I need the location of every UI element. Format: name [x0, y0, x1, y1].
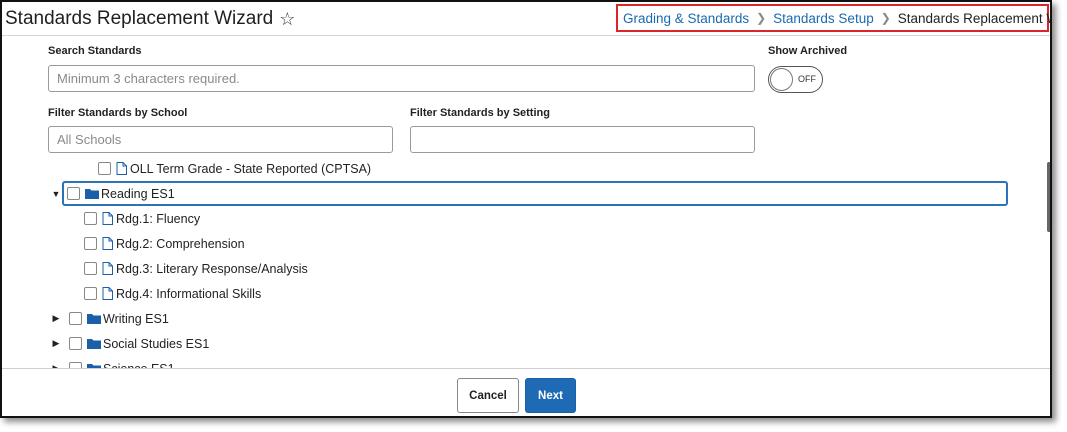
- tree-item-standard[interactable]: Rdg.1: Fluency: [84, 206, 200, 231]
- caret-right-icon[interactable]: ▶: [50, 313, 62, 324]
- tree-item-label: Social Studies ES1: [103, 336, 210, 351]
- next-button[interactable]: Next: [525, 378, 576, 413]
- checkbox[interactable]: [84, 262, 97, 275]
- document-icon: [102, 237, 113, 250]
- breadcrumb-grading-standards[interactable]: Grading & Standards: [623, 11, 749, 26]
- star-outline-icon[interactable]: ☆: [279, 10, 295, 28]
- tree-folder-reading[interactable]: ▼ Reading ES1: [52, 181, 1008, 206]
- breadcrumb-current: Standards Replacement Wizard: [897, 10, 1050, 26]
- checkbox[interactable]: [84, 237, 97, 250]
- folder-icon: [87, 314, 101, 324]
- checkbox[interactable]: [84, 212, 97, 225]
- tree-item-label: Rdg.1: Fluency: [116, 211, 201, 226]
- document-icon: [102, 212, 113, 225]
- breadcrumb: Grading & Standards ❯ Standards Setup ❯ …: [616, 4, 1050, 32]
- caret-down-icon[interactable]: ▼: [50, 189, 62, 199]
- folder-icon: [85, 189, 99, 199]
- checkbox[interactable]: [69, 337, 82, 350]
- checkbox[interactable]: [98, 162, 111, 175]
- tree-item-standard[interactable]: OLL Term Grade - State Reported (CPTSA): [98, 156, 371, 181]
- checkbox[interactable]: [84, 287, 97, 300]
- tree-item-label: Rdg.3: Literary Response/Analysis: [116, 261, 308, 276]
- document-icon: [116, 162, 127, 175]
- tree-item-standard[interactable]: Rdg.3: Literary Response/Analysis: [84, 256, 308, 281]
- tree-item-label: Writing ES1: [103, 311, 169, 326]
- wizard-window: Standards Replacement Wizard ☆ Grading &…: [0, 0, 1052, 418]
- folder-icon: [87, 339, 101, 349]
- toggle-knob: [770, 68, 793, 91]
- search-standards-label: Search Standards: [48, 45, 142, 57]
- tree-folder-social-studies[interactable]: ▶ Social Studies ES1: [50, 331, 210, 356]
- caret-right-icon[interactable]: ▶: [50, 338, 62, 349]
- document-icon: [102, 262, 113, 275]
- filter-setting-label: Filter Standards by Setting: [410, 107, 550, 119]
- show-archived-toggle[interactable]: OFF: [768, 66, 823, 93]
- show-archived-label: Show Archived: [768, 45, 848, 57]
- tree-scrollbar[interactable]: [1047, 162, 1050, 232]
- tree-item-label: Reading ES1: [101, 186, 175, 201]
- wizard-footer: Cancel Next: [2, 368, 1050, 416]
- search-standards-input[interactable]: [48, 65, 755, 92]
- chevron-right-icon: ❯: [880, 11, 891, 25]
- checkbox[interactable]: [69, 312, 82, 325]
- filter-school-input[interactable]: [48, 126, 393, 153]
- page-title-text: Standards Replacement Wizard: [5, 8, 274, 29]
- tree-item-standard[interactable]: Rdg.2: Comprehension: [84, 231, 245, 256]
- page-header: Standards Replacement Wizard ☆ Grading &…: [2, 2, 1050, 36]
- checkbox[interactable]: [67, 187, 80, 200]
- tree-item-standard[interactable]: Rdg.4: Informational Skills: [84, 281, 261, 306]
- breadcrumb-standards-setup[interactable]: Standards Setup: [773, 11, 874, 26]
- chevron-right-icon: ❯: [756, 11, 767, 25]
- tree-item-label: Rdg.4: Informational Skills: [116, 286, 262, 301]
- filter-setting-input[interactable]: [410, 126, 755, 153]
- page-title: Standards Replacement Wizard ☆: [5, 8, 295, 30]
- cancel-button[interactable]: Cancel: [457, 378, 519, 413]
- filter-school-label: Filter Standards by School: [48, 107, 188, 119]
- toggle-state-text: OFF: [798, 74, 816, 84]
- tree-item-label: Rdg.2: Comprehension: [116, 236, 245, 251]
- document-icon: [102, 287, 113, 300]
- tree-folder-writing[interactable]: ▶ Writing ES1: [50, 306, 169, 331]
- tree-item-label: OLL Term Grade - State Reported (CPTSA): [130, 161, 372, 176]
